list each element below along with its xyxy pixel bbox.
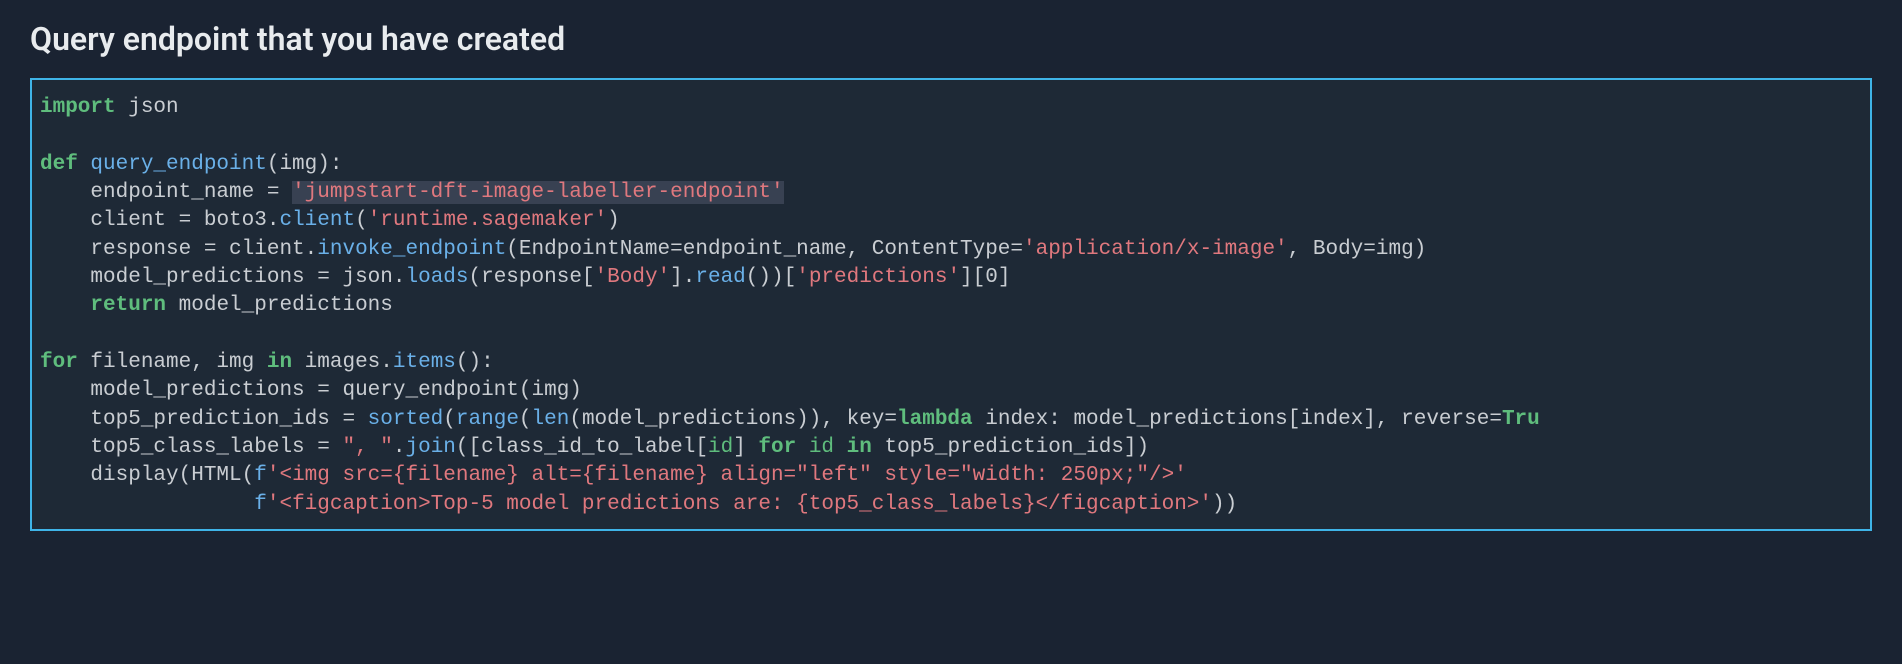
code-text: ] <box>998 266 1011 289</box>
code-text: top5_prediction_ids]) <box>872 436 1149 459</box>
method-name: invoke_endpoint <box>317 238 506 261</box>
paren: ( <box>355 209 368 232</box>
operator: = <box>342 408 355 431</box>
method-name: client <box>279 209 355 232</box>
string: 'predictions' <box>796 266 960 289</box>
dot: . <box>380 351 393 374</box>
code-text: endpoint_name <box>40 181 267 204</box>
code-text: (model_predictions)), key <box>569 408 884 431</box>
param-name: EndpointName <box>519 238 670 261</box>
space <box>279 181 292 204</box>
code-text: , Body <box>1288 238 1364 261</box>
code-text: top5_class_labels <box>40 436 317 459</box>
code-text: (response[ <box>469 266 595 289</box>
code-text: model_predictions <box>40 266 317 289</box>
dot: . <box>393 266 406 289</box>
code-text: endpoint_name, ContentType <box>683 238 1011 261</box>
operator: = <box>317 379 330 402</box>
code-text: response <box>40 238 204 261</box>
method-name: read <box>695 266 745 289</box>
string: 'runtime.sagemaker' <box>368 209 607 232</box>
code-text: model_predictions <box>40 379 317 402</box>
f-string: '<img src={filename} alt={filename} alig… <box>267 464 1187 487</box>
string-highlighted: 'jumpstart-dft-image-labeller-endpoint' <box>292 181 783 204</box>
builtin-sorted: sorted <box>368 408 444 431</box>
paren: ) <box>607 209 620 232</box>
function-name: query_endpoint <box>78 153 267 176</box>
string: 'Body' <box>595 266 671 289</box>
indent <box>40 294 90 317</box>
operator: = <box>670 238 683 261</box>
code-text: client <box>40 209 179 232</box>
builtin-range: range <box>456 408 519 431</box>
code-text: ())[ <box>746 266 796 289</box>
f-prefix: f <box>254 464 267 487</box>
keyword-def: def <box>40 153 78 176</box>
code-text: boto3 <box>191 209 267 232</box>
keyword-return: return <box>90 294 166 317</box>
dot: . <box>393 436 406 459</box>
operator: = <box>317 266 330 289</box>
code-text: json <box>330 266 393 289</box>
code-text: ] <box>670 266 683 289</box>
notebook-cell: Query endpoint that you have created imp… <box>0 0 1902 551</box>
code-text: (): <box>456 351 494 374</box>
builtin-len: len <box>532 408 570 431</box>
dot: . <box>267 209 280 232</box>
method-join: join <box>406 436 456 459</box>
builtin-id: id <box>809 436 834 459</box>
operator: = <box>884 408 897 431</box>
dot: . <box>683 266 696 289</box>
code-text: query_endpoint(img) <box>330 379 582 402</box>
paren: ( <box>519 408 532 431</box>
paren: )) <box>1212 493 1237 516</box>
keyword-in: in <box>847 436 872 459</box>
code-text: ([class_id_to_label[ <box>456 436 708 459</box>
paren: ( <box>443 408 456 431</box>
keyword-lambda: lambda <box>897 408 973 431</box>
string: ", " <box>342 436 392 459</box>
space <box>834 436 847 459</box>
keyword-import: import <box>40 96 116 119</box>
code-text: index: model_predictions[index], reverse <box>973 408 1490 431</box>
indent <box>40 493 254 516</box>
operator: = <box>179 209 192 232</box>
code-block[interactable]: import json def query_endpoint(img): end… <box>30 78 1872 531</box>
space <box>355 408 368 431</box>
code-text: client <box>216 238 304 261</box>
code-text: model_predictions <box>166 294 393 317</box>
f-prefix: f <box>254 493 267 516</box>
code-text: display(HTML( <box>40 464 254 487</box>
code-text: top5_prediction_ids <box>40 408 342 431</box>
keyword-for: for <box>758 436 796 459</box>
code-text: ] <box>733 436 758 459</box>
keyword-for: for <box>40 351 78 374</box>
boolean-true: Tru <box>1502 408 1540 431</box>
number: 0 <box>985 266 998 289</box>
params: (img): <box>267 153 343 176</box>
dot: . <box>305 238 318 261</box>
method-name: loads <box>405 266 468 289</box>
code-text: images <box>292 351 380 374</box>
space <box>330 436 343 459</box>
keyword-in: in <box>267 351 292 374</box>
builtin-id: id <box>708 436 733 459</box>
paren: ( <box>506 238 519 261</box>
cell-heading: Query endpoint that you have created <box>30 20 1872 58</box>
operator: = <box>1363 238 1376 261</box>
f-string: '<figcaption>Top-5 model predictions are… <box>267 493 1212 516</box>
operator: = <box>1010 238 1023 261</box>
operator: = <box>267 181 280 204</box>
operator: = <box>317 436 330 459</box>
string: 'application/x-image' <box>1023 238 1288 261</box>
operator: = <box>1489 408 1502 431</box>
code-text: ][ <box>960 266 985 289</box>
module-name: json <box>116 96 179 119</box>
code-text: img) <box>1376 238 1426 261</box>
space <box>796 436 809 459</box>
code-text: filename, img <box>78 351 267 374</box>
operator: = <box>204 238 217 261</box>
method-name: items <box>393 351 456 374</box>
